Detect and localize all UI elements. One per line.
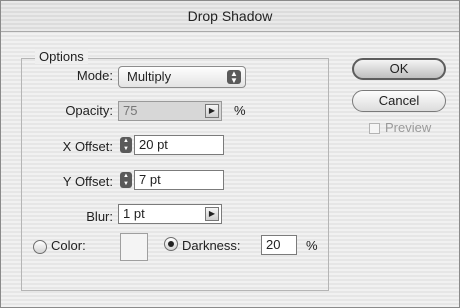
blur-menu-arrow-icon[interactable]: ▶ bbox=[205, 207, 219, 221]
mode-value: Multiply bbox=[127, 69, 172, 84]
preview-label: Preview bbox=[385, 120, 432, 135]
darkness-unit: % bbox=[306, 238, 318, 253]
cancel-button[interactable]: Cancel bbox=[352, 90, 446, 112]
y-offset-stepper-icon[interactable]: ▲ ▼ bbox=[120, 172, 132, 188]
ok-button[interactable]: OK bbox=[352, 58, 446, 80]
darkness-field[interactable]: 20 bbox=[261, 235, 297, 255]
color-label: Color: bbox=[51, 238, 86, 253]
mode-popup[interactable]: Multiply ▲ ▼ bbox=[118, 66, 246, 88]
y-offset-label: Y Offset: bbox=[62, 174, 113, 189]
title-bar: Drop Shadow bbox=[1, 1, 459, 32]
y-offset-field[interactable]: 7 pt bbox=[134, 170, 224, 190]
color-swatch[interactable] bbox=[120, 233, 148, 261]
x-offset-field[interactable]: 20 pt bbox=[134, 135, 224, 155]
options-group-label: Options bbox=[35, 49, 88, 64]
x-offset-stepper-icon[interactable]: ▲ ▼ bbox=[120, 137, 132, 153]
popup-arrows-icon: ▲ ▼ bbox=[227, 70, 241, 85]
darkness-radio[interactable] bbox=[164, 237, 178, 251]
mode-label: Mode: bbox=[76, 68, 113, 83]
radio-dot-icon bbox=[168, 241, 174, 247]
preview-checkbox[interactable] bbox=[369, 123, 380, 134]
opacity-menu-arrow-icon[interactable]: ▶ bbox=[205, 104, 219, 118]
darkness-label: Darkness: bbox=[182, 238, 241, 253]
opacity-unit: % bbox=[234, 103, 246, 118]
drop-shadow-dialog: Drop Shadow Options Mode: Multiply ▲ ▼ Op… bbox=[0, 0, 460, 308]
color-radio[interactable] bbox=[33, 240, 47, 254]
x-offset-label: X Offset: bbox=[62, 139, 113, 154]
blur-label: Blur: bbox=[86, 209, 113, 224]
opacity-label: Opacity: bbox=[65, 103, 113, 118]
